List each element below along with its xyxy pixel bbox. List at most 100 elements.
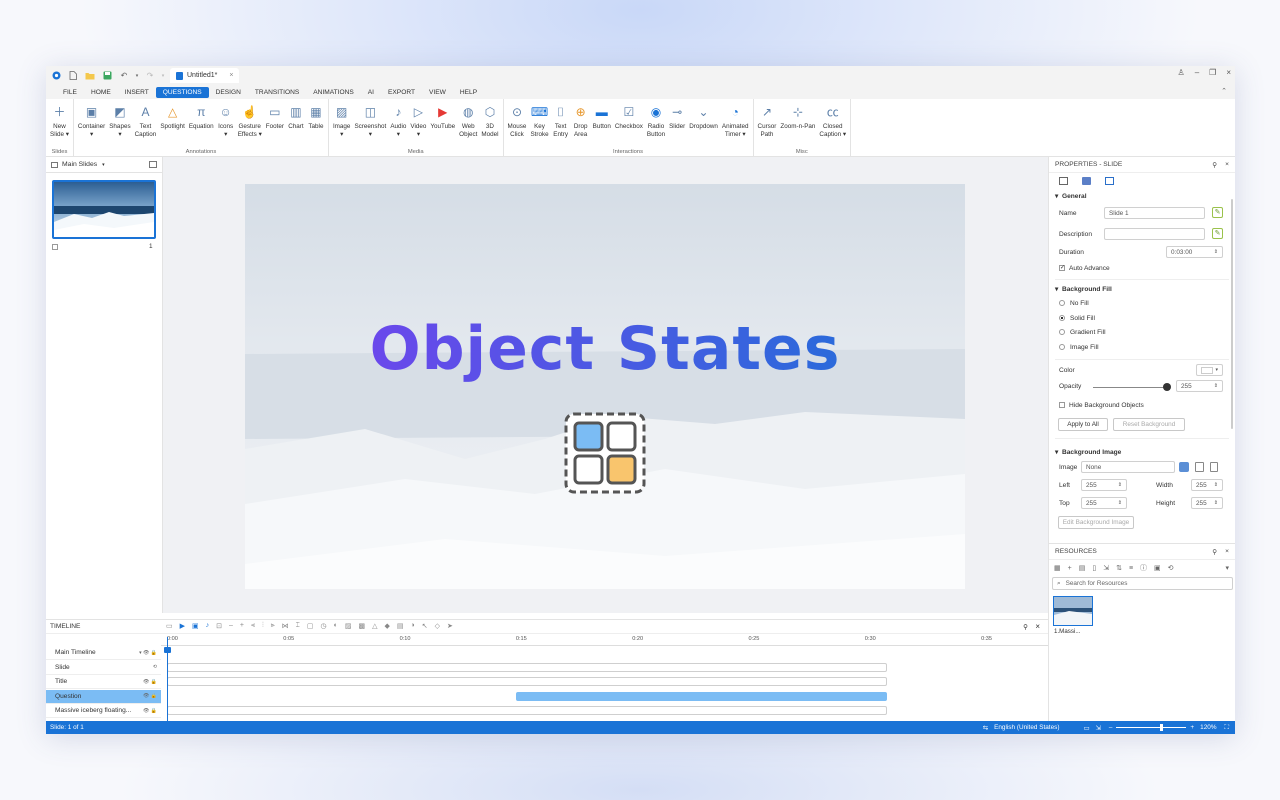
- closed-caption-button[interactable]: ㏄ Closed Caption ▾: [817, 101, 848, 139]
- delete-image-icon[interactable]: [1210, 462, 1218, 472]
- drop-area-button[interactable]: ⊕ Drop Area: [571, 101, 591, 139]
- auto-advance-checkbox[interactable]: ✓ Auto Advance: [1059, 265, 1110, 272]
- top-field[interactable]: 255 ⇕: [1081, 497, 1127, 509]
- edit-background-image-button[interactable]: Edit Background Image: [1058, 516, 1134, 529]
- slide-view-icon[interactable]: [149, 161, 157, 168]
- play-icon[interactable]: ▶: [180, 622, 185, 630]
- apply-to-all-button[interactable]: Apply to All: [1058, 418, 1108, 431]
- export-icon[interactable]: ⇲: [1103, 564, 1109, 572]
- resource-item[interactable]: [1053, 596, 1093, 626]
- menu-questions[interactable]: QUESTIONS: [155, 86, 209, 98]
- hide-background-checkbox[interactable]: Hide Background Objects: [1059, 402, 1144, 409]
- caption-icon[interactable]: ▤: [397, 622, 404, 630]
- timeline-ruler[interactable]: 0:00 0:05 0:10 0:15 0:20 0:25 0:30 0:35: [161, 634, 1048, 646]
- playhead-handle[interactable]: [164, 647, 171, 653]
- new-slide-button[interactable]: ＋ New Slide ▾: [48, 101, 71, 139]
- fill-option-no-fill[interactable]: No Fill: [1059, 300, 1089, 307]
- menu-view[interactable]: VIEW: [422, 87, 453, 98]
- image-field[interactable]: None: [1081, 461, 1175, 473]
- background-image-section[interactable]: ▾ Background Image: [1049, 445, 1121, 459]
- edit-name-icon[interactable]: ✎: [1212, 207, 1223, 218]
- diamond-icon[interactable]: ◇: [435, 622, 440, 630]
- youtube-button[interactable]: ▶ YouTube: [428, 101, 457, 139]
- document-tab[interactable]: Untitled1* ×: [170, 68, 240, 83]
- timeline-track-2[interactable]: Title 👁 🔒: [46, 675, 161, 689]
- undo-icon[interactable]: ↶: [117, 69, 131, 83]
- zoom-in-icon[interactable]: +: [1190, 724, 1194, 731]
- view-fit-icon[interactable]: ⇲: [1096, 724, 1101, 732]
- filter-icon[interactable]: ≡: [1129, 565, 1133, 572]
- slide-title[interactable]: Object States: [245, 314, 965, 384]
- timeline-bar[interactable]: [516, 691, 887, 701]
- slide-effects-icon[interactable]: [1105, 177, 1114, 185]
- zoom-slider-handle[interactable]: [1160, 724, 1164, 731]
- slide-select-checkbox[interactable]: [52, 244, 58, 250]
- save-icon[interactable]: [100, 69, 114, 83]
- web-object-button[interactable]: ◍ Web Object: [457, 101, 479, 139]
- menu-transitions[interactable]: TRANSITIONS: [248, 87, 306, 98]
- preview-icon[interactable]: ▣: [1154, 564, 1161, 572]
- close-window-icon[interactable]: ×: [1226, 68, 1231, 77]
- align-left-icon[interactable]: ⫷: [251, 622, 255, 630]
- opacity-spinner-icon[interactable]: ⇕: [1214, 383, 1218, 389]
- slides-dropdown[interactable]: Main Slides: [62, 161, 97, 168]
- zoom-pan-button[interactable]: ⊹ Zoom-n-Pan: [778, 101, 817, 139]
- description-field[interactable]: [1104, 228, 1205, 240]
- chevron-down-icon[interactable]: ▾: [102, 162, 105, 168]
- chart-button[interactable]: ▥ Chart: [286, 101, 306, 139]
- screenshot-button[interactable]: ◫ Screenshot ▾: [352, 101, 388, 139]
- duration-field[interactable]: 0:03:00 ⇕: [1166, 246, 1223, 258]
- slide-properties-icon[interactable]: [1059, 177, 1068, 185]
- image-edit-icon[interactable]: ▩: [358, 622, 365, 630]
- timeline-view-icon[interactable]: ▭: [166, 622, 173, 630]
- language-status[interactable]: English (United States): [994, 724, 1059, 731]
- footer-button[interactable]: ▭ Footer: [264, 101, 286, 139]
- record-icon[interactable]: ▣: [192, 622, 199, 630]
- menu-file[interactable]: FILE: [56, 87, 84, 98]
- left-field[interactable]: 255 ⇕: [1081, 479, 1127, 491]
- video-button[interactable]: ▷ Video ▾: [408, 101, 428, 139]
- browse-image-icon[interactable]: [1179, 462, 1189, 472]
- checkbox-button[interactable]: ☑ Checkbox: [613, 101, 645, 139]
- info-icon[interactable]: ⓘ: [1140, 563, 1147, 573]
- menu-help[interactable]: HELP: [453, 87, 484, 98]
- opacity-slider[interactable]: [1093, 387, 1169, 388]
- menu-ai[interactable]: AI: [361, 87, 381, 98]
- menu-insert[interactable]: INSERT: [118, 87, 156, 98]
- toggle-icon[interactable]: ◑: [411, 622, 415, 630]
- distribute-icon[interactable]: ⋈: [282, 622, 289, 630]
- zoom-out-icon[interactable]: –: [1109, 724, 1113, 731]
- account-icon[interactable]: ♙: [1178, 68, 1185, 77]
- slide[interactable]: Object States: [245, 184, 965, 589]
- timeline-track-0[interactable]: Main Timeline ▾ 👁 🔒: [46, 646, 161, 660]
- visibility-lock-icon[interactable]: 👁 🔒: [143, 708, 157, 714]
- question-object-states-icon[interactable]: [564, 412, 646, 494]
- timeline-bar[interactable]: [167, 662, 887, 672]
- timer-button[interactable]: ◔ Animated Timer ▾: [720, 101, 751, 139]
- align-center-icon[interactable]: ⫶: [262, 622, 264, 630]
- close-resources-icon[interactable]: ×: [1225, 548, 1229, 555]
- restore-icon[interactable]: ❐: [1209, 68, 1216, 77]
- timeline-bar[interactable]: [167, 706, 887, 715]
- key-stroke-button[interactable]: ⌨ Key Stroke: [528, 101, 550, 139]
- width-spinner-icon[interactable]: ⇕: [1214, 482, 1218, 488]
- timeline-track-3[interactable]: Question 👁 🔒: [46, 689, 161, 704]
- icons-button[interactable]: ☺ Icons ▾: [216, 101, 236, 139]
- equation-button[interactable]: π Equation: [187, 101, 216, 139]
- radio-button-button[interactable]: ◉ Radio Button: [645, 101, 667, 139]
- new-file-icon[interactable]: [66, 69, 80, 83]
- color-picker[interactable]: ▾: [1196, 364, 1223, 376]
- general-section[interactable]: ▾ General: [1049, 189, 1087, 203]
- trim-icon[interactable]: ▢: [307, 622, 314, 630]
- visibility-lock-icon[interactable]: ⟲: [153, 664, 157, 670]
- timeline-bar[interactable]: [167, 677, 887, 686]
- view-normal-icon[interactable]: ▭: [1083, 724, 1089, 732]
- sort-icon[interactable]: ⇅: [1116, 564, 1122, 572]
- height-field[interactable]: 255 ⇕: [1191, 497, 1223, 509]
- audio-button[interactable]: ♪ Audio ▾: [388, 101, 408, 139]
- visibility-lock-icon[interactable]: 👁 🔒: [143, 693, 157, 699]
- redo-icon[interactable]: ↷: [143, 69, 157, 83]
- container-button[interactable]: ▣ Container ▾: [76, 101, 107, 139]
- collapse-ribbon-icon[interactable]: ⌃: [1221, 87, 1227, 95]
- zoom-out-icon[interactable]: –: [229, 622, 233, 630]
